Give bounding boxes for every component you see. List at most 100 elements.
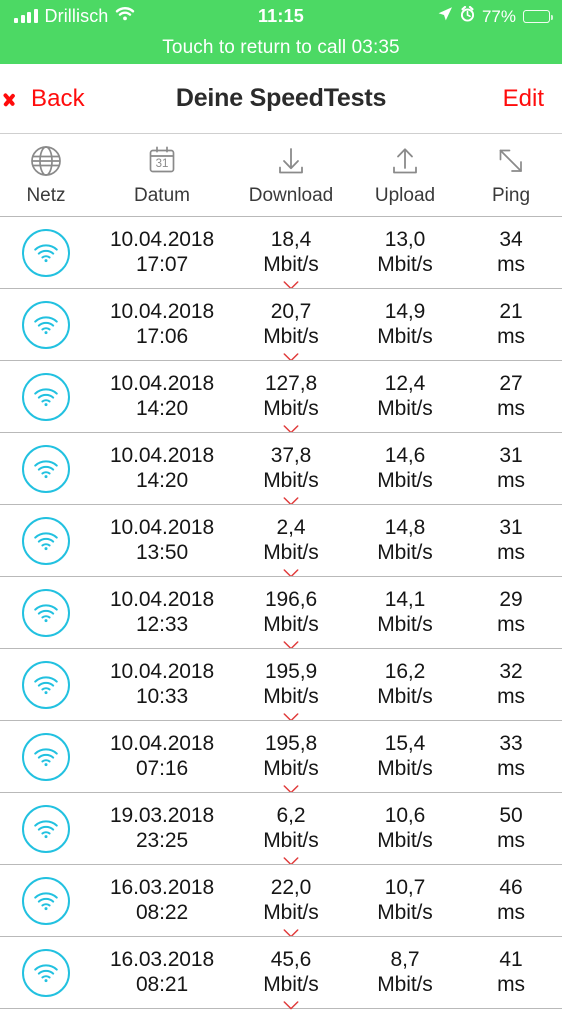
row-download-value: 20,7 bbox=[270, 299, 312, 323]
row-time: 12:33 bbox=[135, 612, 189, 636]
table-row[interactable]: 10.04.2018 12:33 196,6 Mbit/s 14,1 Mbit/… bbox=[0, 576, 562, 650]
row-ping-unit: ms bbox=[497, 756, 525, 780]
row-download-unit: Mbit/s bbox=[263, 828, 319, 852]
battery-percent: 77% bbox=[481, 6, 516, 26]
table-row[interactable]: 16.03.2018 08:22 22,0 Mbit/s 10,7 Mbit/s… bbox=[0, 864, 562, 938]
row-date: 10.04.2018 bbox=[109, 299, 215, 323]
diagonal-arrows-icon bbox=[494, 142, 528, 180]
column-header-datum-label: Datum bbox=[134, 185, 190, 206]
cell-ping: 32 ms bbox=[460, 660, 562, 709]
cell-ping: 41 ms bbox=[460, 948, 562, 997]
row-date: 10.04.2018 bbox=[109, 587, 215, 611]
table-row[interactable]: 10.04.2018 13:50 2,4 Mbit/s 14,8 Mbit/s … bbox=[0, 504, 562, 578]
cell-date: 10.04.2018 17:07 bbox=[92, 228, 232, 277]
cell-upload: 14,1 Mbit/s bbox=[350, 588, 460, 637]
row-time: 17:06 bbox=[135, 324, 189, 348]
row-download-value: 2,4 bbox=[276, 515, 306, 539]
cell-network bbox=[0, 804, 92, 853]
wifi-circle-icon bbox=[22, 444, 70, 493]
cell-network bbox=[0, 444, 92, 493]
table-row[interactable]: 10.04.2018 17:06 20,7 Mbit/s 14,9 Mbit/s… bbox=[0, 288, 562, 362]
row-download-value: 22,0 bbox=[270, 875, 312, 899]
row-time: 14:20 bbox=[135, 396, 189, 420]
row-date: 16.03.2018 bbox=[109, 875, 215, 899]
row-upload-unit: Mbit/s bbox=[377, 396, 433, 420]
battery-icon bbox=[523, 9, 553, 23]
row-ping-value: 21 bbox=[499, 299, 523, 323]
cell-upload: 14,9 Mbit/s bbox=[350, 300, 460, 349]
table-row[interactable]: 10.04.2018 14:20 127,8 Mbit/s 12,4 Mbit/… bbox=[0, 360, 562, 434]
row-upload-value: 14,1 bbox=[384, 587, 426, 611]
row-ping-value: 50 bbox=[499, 803, 523, 827]
column-header-ping[interactable]: Ping bbox=[460, 142, 562, 207]
alarm-clock-icon bbox=[460, 5, 475, 27]
column-header-download-label: Download bbox=[248, 185, 334, 206]
cell-date: 10.04.2018 17:06 bbox=[92, 300, 232, 349]
row-date: 10.04.2018 bbox=[109, 515, 215, 539]
column-header-netz[interactable]: Netz bbox=[0, 142, 92, 207]
row-upload-unit: Mbit/s bbox=[377, 468, 433, 492]
row-download-value: 37,8 bbox=[270, 443, 312, 467]
cell-download: 20,7 Mbit/s bbox=[232, 299, 350, 362]
row-upload-value: 10,7 bbox=[384, 875, 426, 899]
row-download-value: 18,4 bbox=[270, 227, 312, 251]
row-ping-unit: ms bbox=[497, 396, 525, 420]
row-date: 16.03.2018 bbox=[109, 947, 215, 971]
row-download-value: 196,6 bbox=[264, 587, 318, 611]
table-row[interactable]: 10.04.2018 17:07 18,4 Mbit/s 13,0 Mbit/s… bbox=[0, 216, 562, 290]
cell-date: 10.04.2018 13:50 bbox=[92, 516, 232, 565]
column-header-download[interactable]: Download bbox=[232, 142, 350, 207]
svg-text:31: 31 bbox=[156, 158, 169, 170]
cell-ping: 21 ms bbox=[460, 300, 562, 349]
cell-network bbox=[0, 876, 92, 925]
column-header-upload-label: Upload bbox=[374, 185, 436, 206]
cell-upload: 8,7 Mbit/s bbox=[350, 948, 460, 997]
table-column-header: Netz 31 Datum Download Upload Ping bbox=[0, 134, 562, 216]
back-button-label: Back bbox=[31, 84, 85, 112]
cell-ping: 50 ms bbox=[460, 804, 562, 853]
row-upload-value: 14,8 bbox=[384, 515, 426, 539]
row-upload-value: 14,6 bbox=[384, 443, 426, 467]
row-time: 17:07 bbox=[135, 252, 189, 276]
row-time: 14:20 bbox=[135, 468, 189, 492]
cell-network bbox=[0, 372, 92, 421]
status-bar-top-row: Drillisch 11:15 77% bbox=[0, 0, 562, 32]
table-row[interactable]: 10.04.2018 07:16 195,8 Mbit/s 15,4 Mbit/… bbox=[0, 720, 562, 794]
chevron-down-icon[interactable] bbox=[283, 1001, 299, 1010]
wifi-circle-icon bbox=[22, 588, 70, 637]
row-ping-unit: ms bbox=[497, 828, 525, 852]
cell-ping: 31 ms bbox=[460, 516, 562, 565]
cell-download: 18,4 Mbit/s bbox=[232, 227, 350, 290]
cell-upload: 10,6 Mbit/s bbox=[350, 804, 460, 853]
row-upload-value: 13,0 bbox=[384, 227, 426, 251]
row-download-unit: Mbit/s bbox=[263, 612, 319, 636]
table-row[interactable]: 10.04.2018 10:33 195,9 Mbit/s 16,2 Mbit/… bbox=[0, 648, 562, 722]
column-header-netz-label: Netz bbox=[26, 185, 66, 206]
column-header-datum[interactable]: 31 Datum bbox=[92, 142, 232, 207]
table-row[interactable]: 19.03.2018 23:25 6,2 Mbit/s 10,6 Mbit/s … bbox=[0, 792, 562, 866]
cell-download: 196,6 Mbit/s bbox=[232, 587, 350, 650]
edit-button[interactable]: Edit bbox=[503, 85, 544, 113]
location-arrow-icon bbox=[437, 6, 453, 27]
table-row[interactable]: 16.03.2018 08:21 45,6 Mbit/s 8,7 Mbit/s … bbox=[0, 936, 562, 1010]
cell-upload: 14,6 Mbit/s bbox=[350, 444, 460, 493]
wifi-circle-icon bbox=[22, 300, 70, 349]
cell-network bbox=[0, 588, 92, 637]
row-date: 10.04.2018 bbox=[109, 371, 215, 395]
row-date: 10.04.2018 bbox=[109, 659, 215, 683]
row-download-unit: Mbit/s bbox=[263, 252, 319, 276]
row-ping-unit: ms bbox=[497, 252, 525, 276]
column-header-upload[interactable]: Upload bbox=[350, 142, 460, 207]
row-ping-unit: ms bbox=[497, 900, 525, 924]
row-time: 08:22 bbox=[135, 900, 189, 924]
cell-date: 10.04.2018 12:33 bbox=[92, 588, 232, 637]
row-upload-value: 14,9 bbox=[384, 299, 426, 323]
row-time: 23:25 bbox=[135, 828, 189, 852]
row-ping-value: 31 bbox=[499, 515, 523, 539]
row-download-unit: Mbit/s bbox=[263, 900, 319, 924]
table-row[interactable]: 10.04.2018 14:20 37,8 Mbit/s 14,6 Mbit/s… bbox=[0, 432, 562, 506]
download-arrow-icon bbox=[273, 142, 309, 180]
row-upload-value: 16,2 bbox=[384, 659, 426, 683]
return-to-call-banner[interactable]: Touch to return to call 03:35 bbox=[0, 32, 562, 64]
back-button[interactable]: Back bbox=[12, 85, 85, 113]
